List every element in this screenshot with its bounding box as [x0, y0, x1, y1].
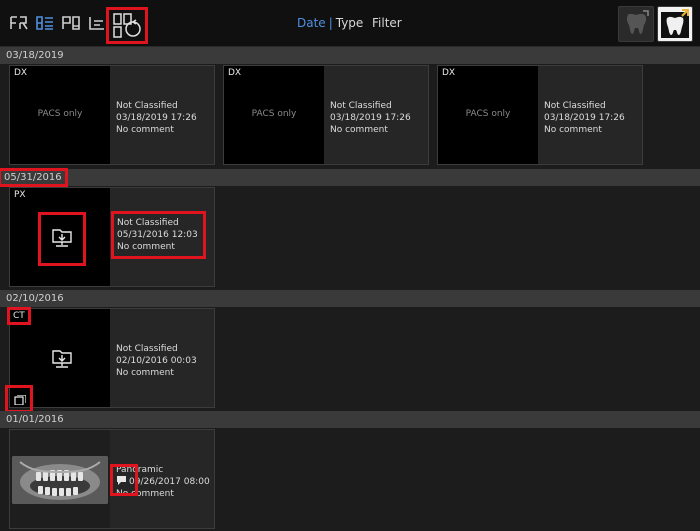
pacs-only-label: PACS only	[251, 109, 297, 119]
study-datetime: 03/18/2019 17:26	[330, 113, 411, 123]
study-datetime: 02/10/2016 00:03	[116, 356, 197, 366]
sort-separator: |	[328, 16, 333, 30]
study-info: Not Classified 02/10/2016 00:03 No comme…	[116, 343, 197, 379]
toolbar: Date | Type Filter	[0, 0, 700, 47]
study-comment: No comment	[117, 242, 175, 252]
date-group-header: 05/31/2016	[0, 168, 700, 187]
pacs-only-label: PACS only	[465, 109, 511, 119]
study-thumbnail[interactable]: DX PACS only	[438, 66, 538, 164]
study-card[interactable]: DX PACS only Not Classified 03/18/2019 1…	[437, 65, 643, 165]
grid-view-icon[interactable]	[9, 12, 29, 36]
sort-bar: Date | Type	[297, 16, 363, 30]
date-label-highlighted: 05/31/2016	[0, 168, 68, 187]
list-view-icon[interactable]	[35, 12, 55, 36]
study-thumbnail[interactable]: DX PACS only	[10, 66, 110, 164]
classification: Not Classified	[117, 218, 179, 228]
classification: Not Classified	[116, 101, 178, 111]
study-comment: No comment	[116, 125, 174, 135]
date-group-header: 01/01/2016	[0, 411, 700, 428]
detail-view-icon[interactable]	[61, 12, 81, 36]
study-datetime: 05/31/2016 12:03	[117, 230, 198, 240]
study-card[interactable]: DX PACS only Not Classified 03/18/2019 1…	[9, 65, 215, 165]
tooth-export-icon	[661, 9, 689, 38]
modality-label: DX	[228, 68, 242, 78]
filter-button[interactable]: Filter	[372, 16, 402, 30]
study-card[interactable]: DX PACS only Not Classified 03/18/2019 1…	[223, 65, 429, 165]
study-thumbnail[interactable]: PX	[10, 188, 110, 286]
tooth-view-icon	[626, 10, 649, 35]
study-datetime: 03/18/2019 17:26	[544, 113, 625, 123]
study-info: Not Classified 03/18/2019 17:26 No comme…	[116, 100, 197, 136]
modality-label: PX	[14, 190, 26, 200]
tooth-view-button[interactable]	[618, 6, 654, 42]
sort-by-date[interactable]: Date	[297, 16, 326, 30]
study-comment: No comment	[330, 125, 388, 135]
series-stack-icon[interactable]	[14, 395, 26, 405]
study-info: Not Classified 05/31/2016 12:03 No comme…	[111, 211, 206, 259]
study-info: Not Classified 03/18/2019 17:26 No comme…	[544, 100, 625, 136]
download-folder-icon[interactable]	[50, 347, 74, 371]
pacs-only-label: PACS only	[37, 109, 83, 119]
study-datetime: 03/18/2019 17:26	[116, 113, 197, 123]
date-group-header: 03/18/2019	[0, 47, 700, 64]
modality-label: DX	[442, 68, 456, 78]
modality-label: DX	[14, 68, 28, 78]
sort-by-type[interactable]: Type	[336, 16, 364, 30]
study-comment: No comment	[544, 125, 602, 135]
study-thumbnail[interactable]: CT	[5, 307, 110, 413]
note-icon[interactable]	[116, 475, 127, 485]
classification: Not Classified	[544, 101, 606, 111]
date-group-header: 02/10/2016	[0, 290, 700, 307]
timeline-view-icon[interactable]	[87, 12, 107, 36]
study-thumbnail[interactable]: DX PACS only	[224, 66, 324, 164]
study-info: Not Classified 03/18/2019 17:26 No comme…	[330, 100, 411, 136]
classification: Not Classified	[330, 101, 392, 111]
download-folder-icon[interactable]	[50, 226, 74, 250]
panoramic-xray-thumbnail	[12, 456, 108, 504]
study-card[interactable]: PX Not Classified 05/31/2016 12:03 No co…	[9, 187, 215, 287]
classification: Not Classified	[116, 344, 178, 354]
layout-rotate-icon[interactable]	[106, 7, 148, 44]
study-card[interactable]: Panoramic 09/26/2017 08:00 No comment	[9, 429, 215, 529]
study-comment: No comment	[116, 368, 174, 378]
study-thumbnail[interactable]	[10, 430, 110, 528]
modality-label: CT	[7, 307, 31, 325]
tooth-export-button[interactable]	[657, 6, 693, 42]
study-card[interactable]: CT Not Classified 02/10/2016 00:03 No co…	[5, 307, 215, 413]
